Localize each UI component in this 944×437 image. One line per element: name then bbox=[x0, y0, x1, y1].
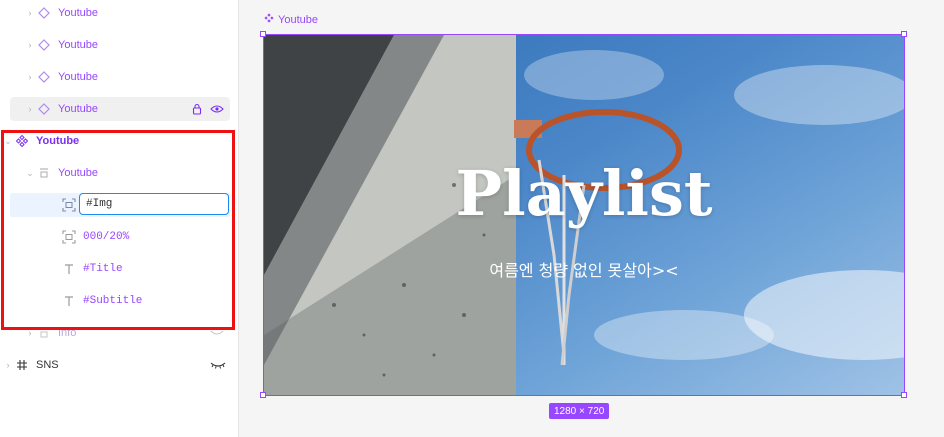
frame-hash-icon bbox=[14, 357, 30, 373]
component-main-icon bbox=[14, 133, 30, 149]
layer-label: Youtube bbox=[58, 39, 98, 51]
hidden-eye-icon[interactable] bbox=[210, 321, 224, 345]
text-icon bbox=[61, 293, 77, 309]
chevron-right-icon[interactable]: › bbox=[2, 359, 14, 371]
layer-row-subtitle[interactable]: #Subtitle bbox=[61, 289, 142, 313]
component-instance-icon bbox=[36, 5, 52, 21]
layer-row-overlay[interactable]: 000/20% bbox=[61, 225, 129, 249]
layer-label: #Subtitle bbox=[83, 295, 143, 307]
resize-handle-bottom-right[interactable] bbox=[901, 392, 907, 398]
youtube-thumbnail-frame[interactable]: Playlist 여름엔 청량 없인 못살아>< bbox=[264, 35, 904, 395]
layers-panel: › Youtube › Youtube › Youtube › Youtube bbox=[0, 0, 239, 437]
chevron-right-icon[interactable]: › bbox=[24, 71, 36, 83]
layer-label: Youtube bbox=[58, 103, 98, 115]
component-instance-icon bbox=[36, 69, 52, 85]
chevron-right-icon[interactable]: › bbox=[24, 327, 36, 339]
auto-layout-icon bbox=[36, 325, 52, 341]
frame-icon bbox=[61, 229, 77, 245]
hidden-eye-icon[interactable] bbox=[210, 353, 226, 377]
chevron-right-icon[interactable]: › bbox=[24, 103, 36, 115]
layer-label: 000/20% bbox=[83, 231, 130, 243]
layer-row-youtube-component[interactable]: ⌄ Youtube bbox=[2, 129, 79, 153]
component-main-icon bbox=[264, 13, 274, 26]
layer-label: #Title bbox=[83, 263, 123, 275]
chevron-down-icon[interactable]: ⌄ bbox=[24, 167, 36, 179]
layer-row-youtube-4[interactable]: › Youtube bbox=[24, 97, 98, 121]
image-frame-icon bbox=[61, 197, 77, 213]
chevron-right-icon[interactable]: › bbox=[24, 7, 36, 19]
lock-icon[interactable] bbox=[192, 97, 202, 121]
layer-label: Youtube bbox=[36, 135, 80, 147]
frame-size-badge: 1280 × 720 bbox=[549, 403, 610, 419]
chevron-right-icon[interactable]: › bbox=[24, 39, 36, 51]
chevron-down-icon[interactable]: ⌄ bbox=[2, 135, 14, 147]
layer-row-title[interactable]: #Title bbox=[61, 257, 123, 281]
thumbnail-headline[interactable]: Playlist bbox=[264, 157, 904, 230]
text-icon bbox=[61, 261, 77, 277]
layer-row-sns[interactable]: › SNS bbox=[2, 353, 59, 377]
resize-handle-top-left[interactable] bbox=[260, 31, 266, 37]
frame-title[interactable]: Youtube bbox=[264, 13, 318, 26]
resize-handle-bottom-left[interactable] bbox=[260, 392, 266, 398]
layer-row-youtube-frame[interactable]: ⌄ Youtube bbox=[24, 161, 98, 185]
layer-label: Info bbox=[58, 327, 77, 339]
layer-row-info[interactable]: › Info bbox=[24, 321, 77, 345]
component-instance-icon bbox=[36, 37, 52, 53]
layer-label: Youtube bbox=[58, 71, 98, 83]
frame-title-label: Youtube bbox=[278, 13, 318, 26]
rename-layer-input[interactable] bbox=[79, 193, 229, 215]
layer-row-youtube-1[interactable]: › Youtube bbox=[24, 1, 98, 25]
layer-row-youtube-2[interactable]: › Youtube bbox=[24, 33, 98, 57]
layer-label: Youtube bbox=[58, 167, 98, 179]
layer-label: Youtube bbox=[58, 7, 98, 19]
eye-icon[interactable] bbox=[210, 97, 224, 121]
resize-handle-top-right[interactable] bbox=[901, 31, 907, 37]
auto-layout-icon bbox=[36, 165, 52, 181]
component-instance-icon bbox=[36, 101, 52, 117]
layer-label: SNS bbox=[36, 359, 59, 371]
layer-row-youtube-3[interactable]: › Youtube bbox=[24, 65, 98, 89]
thumbnail-subhead[interactable]: 여름엔 청량 없인 못살아>< bbox=[264, 257, 904, 281]
